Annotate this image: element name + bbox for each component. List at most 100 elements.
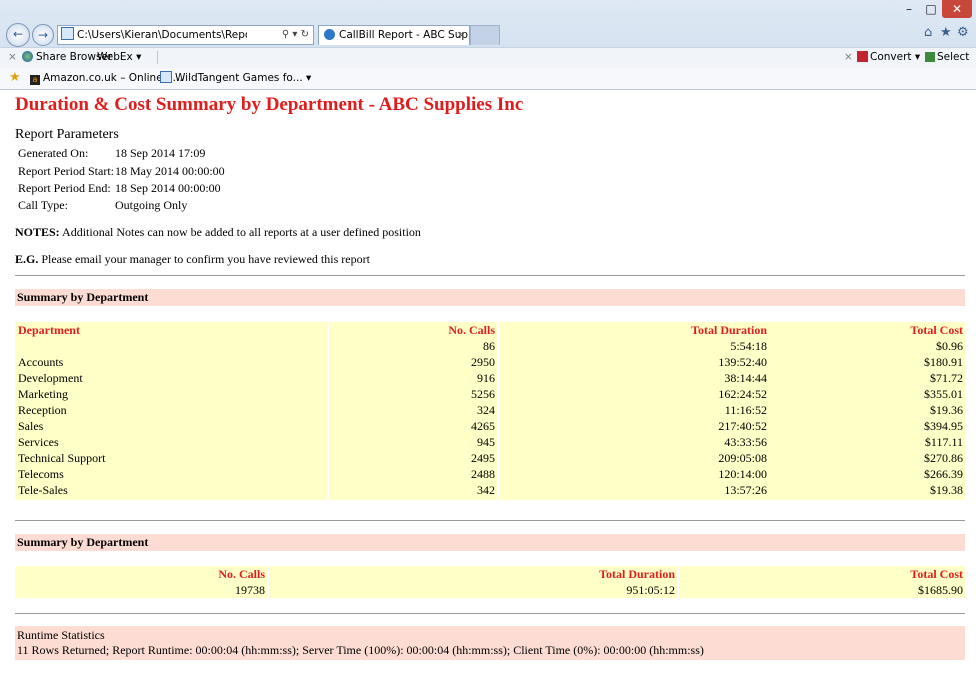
total-cost: $1685.90 bbox=[918, 583, 963, 597]
cell-total-duration: 11:16:52 bbox=[724, 403, 767, 417]
cell-department: Technical Support bbox=[18, 451, 106, 465]
close-button[interactable]: ✕ bbox=[942, 0, 972, 18]
cell-total-duration: 43:33:56 bbox=[724, 435, 767, 449]
convert-label: Convert ▾ bbox=[870, 51, 921, 63]
cell-total-cost: $394.95 bbox=[924, 419, 963, 433]
toolbar-close-icon[interactable]: × bbox=[8, 48, 17, 67]
amazon-icon: a bbox=[30, 75, 40, 85]
cell-no-calls: 5256 bbox=[471, 387, 495, 401]
table-row: Accounts 2950 139:52:40 $180.91 bbox=[15, 354, 965, 370]
section-title: Summary by Department bbox=[17, 535, 149, 549]
gear-icon[interactable]: ⚙ bbox=[957, 25, 969, 40]
cell-no-calls: 324 bbox=[477, 403, 495, 417]
param-value: Outgoing Only bbox=[115, 198, 188, 212]
favorite-wildtangent[interactable]: WildTangent Games fo... ▾ bbox=[160, 68, 311, 88]
header-total-cost: Total Cost bbox=[910, 567, 963, 581]
cell-no-calls: 342 bbox=[477, 483, 495, 497]
cell-department: Marketing bbox=[18, 387, 68, 401]
eg-text: Please email your manager to confirm you… bbox=[38, 252, 370, 266]
department-table: Department No. Calls Total Duration Tota… bbox=[15, 322, 965, 500]
favorite-wildtangent-label: WildTangent Games fo... ▾ bbox=[175, 72, 312, 84]
divider bbox=[15, 275, 965, 276]
maximize-button[interactable]: □ bbox=[920, 0, 942, 18]
eg-label: E.G. bbox=[15, 252, 39, 266]
param-label: Report Period End: bbox=[18, 181, 111, 195]
header-total-duration: Total Duration bbox=[691, 323, 767, 337]
table-row: 86 5:54:18 $0.96 bbox=[15, 338, 965, 354]
divider bbox=[15, 613, 965, 614]
cell-no-calls: 945 bbox=[477, 435, 495, 449]
pdf-toolbar-close-icon[interactable]: × bbox=[844, 48, 853, 67]
cell-department: Sales bbox=[18, 419, 44, 433]
cell-no-calls: 2950 bbox=[471, 355, 495, 369]
cell-total-cost: $117.11 bbox=[924, 435, 963, 449]
header-no-calls: No. Calls bbox=[218, 567, 265, 581]
cell-no-calls: 4265 bbox=[471, 419, 495, 433]
total-duration: 951:05:12 bbox=[626, 583, 675, 597]
forward-button[interactable]: → bbox=[32, 24, 54, 46]
tab-close-icon[interactable]: × bbox=[456, 26, 465, 44]
cell-total-cost: $19.36 bbox=[930, 403, 963, 417]
cell-department: Accounts bbox=[18, 355, 64, 369]
param-value: 18 May 2014 00:00:00 bbox=[115, 164, 225, 178]
totals-table: No. Calls Total Duration Total Cost 1973… bbox=[15, 566, 965, 598]
convert-button[interactable]: Convert ▾ bbox=[857, 48, 920, 67]
cell-total-cost: $71.72 bbox=[930, 371, 963, 385]
home-icon[interactable]: ⌂ bbox=[924, 25, 932, 40]
table-row: Services 945 43:33:56 $117.11 bbox=[15, 434, 965, 450]
select-icon bbox=[925, 52, 935, 62]
favorites-bar-star-icon[interactable]: ★ bbox=[9, 68, 21, 88]
cell-total-cost: $19.38 bbox=[930, 483, 963, 497]
section-header: Summary by Department bbox=[15, 289, 965, 306]
notes-text: Additional Notes can now be added to all… bbox=[59, 225, 421, 239]
cell-total-cost: $270.86 bbox=[924, 451, 963, 465]
param-label: Call Type: bbox=[18, 198, 68, 212]
section-header: Summary by Department bbox=[15, 534, 965, 551]
header-no-calls: No. Calls bbox=[448, 323, 495, 337]
report-page: Duration & Cost Summary by Department - … bbox=[0, 90, 976, 693]
favorites-star-icon[interactable]: ★ bbox=[940, 25, 952, 40]
search-refresh-icons[interactable]: ⚲ ▾ ↻ bbox=[282, 26, 309, 44]
notes-label: NOTES: bbox=[15, 225, 60, 239]
divider bbox=[15, 520, 965, 521]
table-row: Telecoms 2488 120:14:00 $266.39 bbox=[15, 466, 965, 482]
report-title: Duration & Cost Summary by Department - … bbox=[15, 94, 524, 115]
navigation-bar: ← → C:\Users\Kieran\Documents\Report wit… bbox=[0, 22, 976, 47]
cell-no-calls: 2488 bbox=[471, 467, 495, 481]
toolbar: × Share Browser WebEx ▾ × Convert ▾ Sele… bbox=[0, 47, 976, 68]
cell-no-calls: 916 bbox=[477, 371, 495, 385]
table-row: Marketing 5256 162:24:52 $355.01 bbox=[15, 386, 965, 402]
webex-button[interactable]: WebEx ▾ bbox=[97, 48, 141, 67]
table-row: Sales 4265 217:40:52 $394.95 bbox=[15, 418, 965, 434]
total-no-calls: 19738 bbox=[235, 583, 265, 597]
cell-department: Services bbox=[18, 435, 59, 449]
address-text: C:\Users\Kieran\Documents\Report with No… bbox=[77, 29, 247, 41]
cell-department: Telecoms bbox=[18, 467, 64, 481]
back-button[interactable]: ← bbox=[6, 23, 30, 47]
table-row: Technical Support 2495 209:05:08 $270.86 bbox=[15, 450, 965, 466]
minimize-button[interactable]: – bbox=[898, 0, 920, 18]
table-header-row: Department No. Calls Total Duration Tota… bbox=[15, 322, 965, 338]
param-label: Report Period Start: bbox=[18, 164, 114, 178]
cell-total-cost: $266.39 bbox=[924, 467, 963, 481]
header-total-cost: Total Cost bbox=[910, 323, 963, 337]
totals-row: 19738 951:05:12 $1685.90 bbox=[15, 582, 965, 598]
cell-total-duration: 120:14:00 bbox=[718, 467, 767, 481]
cell-total-cost: $355.01 bbox=[924, 387, 963, 401]
address-bar[interactable]: C:\Users\Kieran\Documents\Report with No… bbox=[57, 25, 314, 45]
tab-callbill-report[interactable]: CallBill Report - ABC Suppli... × bbox=[318, 25, 470, 45]
header-total-duration: Total Duration bbox=[599, 567, 675, 581]
param-value: 18 Sep 2014 17:09 bbox=[115, 146, 206, 160]
cell-department: Development bbox=[18, 371, 83, 385]
runtime-title: Runtime Statistics bbox=[17, 628, 105, 642]
new-tab-button[interactable] bbox=[470, 25, 500, 45]
ie-page-icon bbox=[324, 29, 335, 40]
cell-total-duration: 162:24:52 bbox=[718, 387, 767, 401]
cell-total-duration: 38:14:44 bbox=[724, 371, 767, 385]
pdf-icon bbox=[857, 51, 868, 62]
select-button[interactable]: Select bbox=[925, 48, 969, 67]
globe-icon bbox=[22, 51, 33, 62]
favorites-bar: ★ a Amazon.co.uk – Online S... WildTangen… bbox=[0, 68, 976, 90]
totals-header-row: No. Calls Total Duration Total Cost bbox=[15, 566, 965, 582]
cell-total-duration: 13:57:26 bbox=[724, 483, 767, 497]
